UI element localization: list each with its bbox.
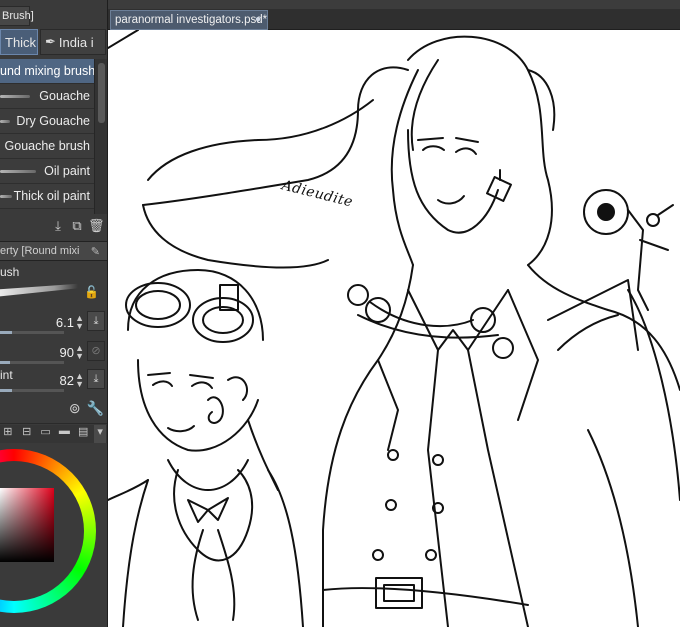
- color-history-icon[interactable]: ▤: [75, 425, 91, 443]
- brush-label: und mixing brush: [0, 64, 94, 78]
- brush-item-dry-gouache[interactable]: Dry Gouache: [0, 109, 94, 134]
- brush-label: Gouache brush: [4, 139, 90, 153]
- brush-item-oil-paint[interactable]: Oil paint: [0, 159, 94, 184]
- pressure-settings-icon[interactable]: ⤓: [87, 369, 105, 389]
- property-amount-of-paint: int 82 ▲ ▼ ⤓: [0, 368, 107, 392]
- slider-fill: [0, 361, 10, 364]
- brush-group-tabs: Thick ✒ India i: [0, 29, 106, 56]
- download-icon[interactable]: ⤓: [50, 218, 66, 238]
- lineart-drawing: [108, 30, 680, 627]
- spinner-icon[interactable]: ▲ ▼: [75, 372, 84, 389]
- brush-name: ush: [0, 265, 20, 279]
- brush-stroke-preview: [0, 283, 78, 297]
- command-bar: [108, 0, 680, 9]
- slider-fill: [0, 331, 12, 334]
- property-label: int: [0, 368, 13, 382]
- tab-thick[interactable]: Thick: [0, 29, 38, 55]
- intermediate-color-icon[interactable]: ▭: [38, 425, 54, 443]
- tab-thick-label: Thick: [5, 34, 37, 50]
- document-tab-title: paranormal investigators.psd*: [115, 14, 268, 26]
- approximate-color-icon[interactable]: ▬: [56, 425, 72, 443]
- drawing-canvas[interactable]: Adieudite: [108, 30, 680, 627]
- duplicate-icon[interactable]: ⧉: [69, 218, 85, 238]
- brush-item-gouache[interactable]: Gouache: [0, 84, 94, 109]
- property-opacity: 90 ▲ ▼ ⊘: [0, 340, 107, 364]
- tab-india-label: India i: [58, 34, 94, 50]
- document-tab[interactable]: paranormal investigators.psd* ●: [110, 10, 268, 30]
- saturation-value-square[interactable]: [0, 488, 54, 562]
- amount-of-paint-value[interactable]: 82: [60, 373, 74, 388]
- spinner-icon[interactable]: ▲ ▼: [75, 344, 84, 361]
- color-wheel-panel: [0, 444, 107, 627]
- brush-actions-row: ⤓ ⧉ 🗑: [0, 218, 107, 238]
- pen-nib-icon: ✒: [45, 34, 56, 49]
- brush-stroke-preview: [0, 95, 30, 98]
- left-panel: Brush] Thick ✒ India i und mixing brush G…: [0, 0, 108, 627]
- brush-item-thick-oil-paint[interactable]: Thick oil paint: [0, 184, 94, 209]
- brush-stroke-preview: [0, 195, 12, 198]
- trash-icon[interactable]: 🗑: [88, 218, 105, 238]
- brush-item-gouache-brush[interactable]: Gouache brush: [0, 134, 94, 159]
- opacity-value[interactable]: 90: [60, 345, 74, 360]
- brush-label: Gouache: [39, 89, 90, 103]
- amount-of-paint-slider[interactable]: [0, 389, 64, 392]
- brush-stroke-preview: [0, 120, 10, 123]
- brush-size-value[interactable]: 6.1: [56, 315, 74, 330]
- settings-dial-icon[interactable]: ⊚: [69, 400, 81, 423]
- slider-fill: [0, 389, 12, 392]
- tool-property-footer: ⊚ 🔧: [0, 400, 107, 424]
- tool-property-header: erty [Round mixi ✎: [0, 241, 107, 261]
- brush-stroke-preview: [0, 170, 36, 173]
- color-set-icon[interactable]: ⊞: [0, 425, 16, 443]
- brush-list-scrollbar[interactable]: [94, 59, 107, 214]
- opacity-slider[interactable]: [0, 361, 64, 364]
- brush-list: und mixing brush Gouache Dry Gouache Gou…: [0, 59, 94, 209]
- lock-icon[interactable]: 🔓: [84, 285, 99, 299]
- pencil-icon[interactable]: ✎: [91, 243, 100, 260]
- spinner-icon[interactable]: ▲ ▼: [75, 314, 84, 331]
- brush-panel-header: Brush]: [0, 6, 34, 26]
- color-slider-icon[interactable]: ⊟: [19, 425, 35, 443]
- brush-label: Oil paint: [44, 164, 90, 178]
- brush-item-round-mixing[interactable]: und mixing brush: [0, 59, 94, 84]
- scrollbar-thumb[interactable]: [98, 63, 105, 123]
- brush-label: Dry Gouache: [16, 114, 90, 128]
- link-icon[interactable]: ⊘: [87, 341, 105, 361]
- wrench-icon[interactable]: 🔧: [87, 400, 104, 423]
- brush-label: Thick oil paint: [13, 189, 90, 203]
- pressure-settings-icon[interactable]: ⤓: [87, 311, 105, 331]
- color-panel-tabs: ⊞ ⊟ ▭ ▬ ▤ ▾: [0, 425, 107, 443]
- document-tab-strip: paranormal investigators.psd* ●: [108, 9, 680, 30]
- chevron-down-icon[interactable]: ▾: [94, 425, 107, 443]
- unsaved-dot-icon: ●: [254, 14, 261, 25]
- property-brush-size: 6.1 ▲ ▼ ⤓: [0, 310, 107, 334]
- brush-size-slider[interactable]: [0, 331, 64, 334]
- tool-property-title: erty [Round mixi: [0, 245, 80, 257]
- tab-india-ink[interactable]: ✒ India i: [40, 29, 106, 55]
